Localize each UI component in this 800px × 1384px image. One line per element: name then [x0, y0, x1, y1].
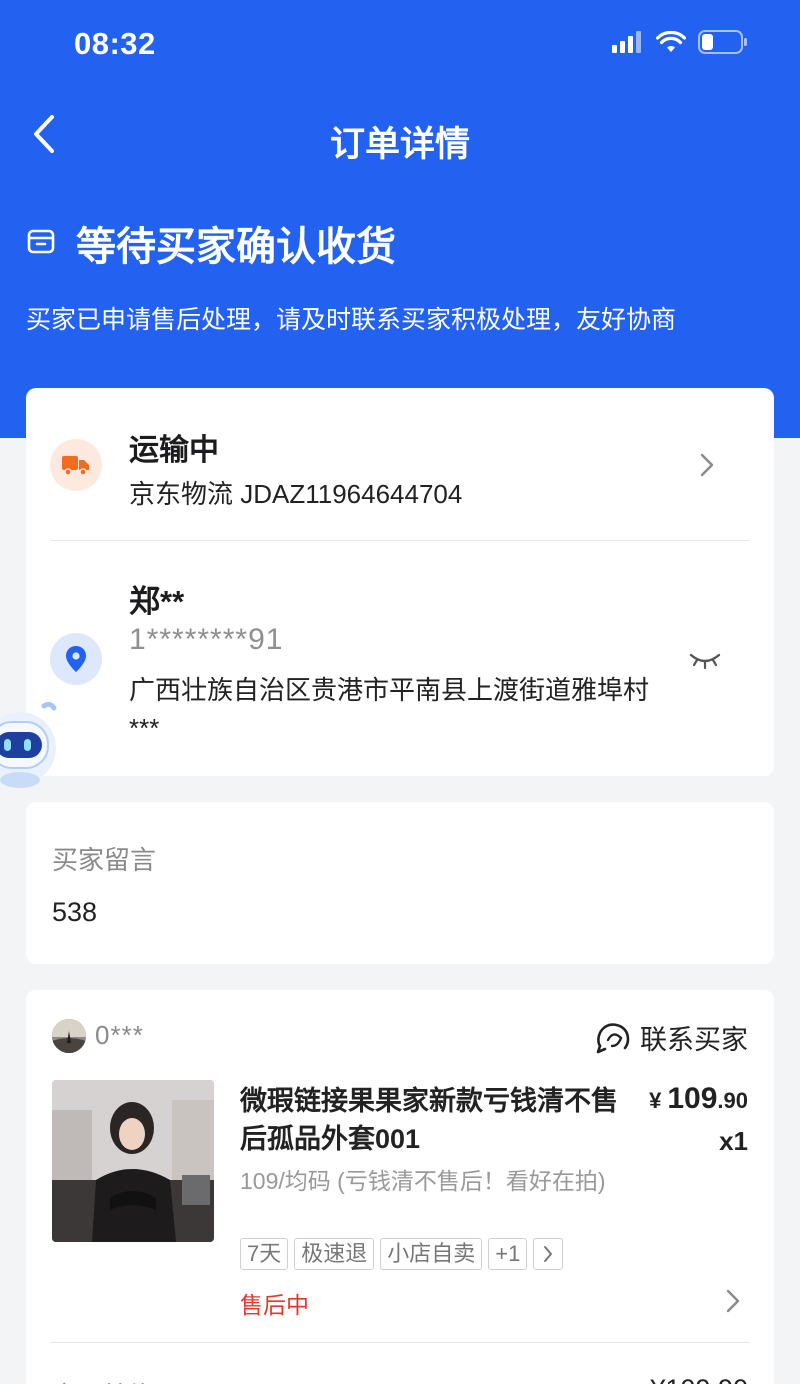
buyer-message-label: 买家留言	[52, 845, 157, 875]
order-status-title: 等待买家确认收货	[76, 225, 396, 269]
shipping-status: 运输中	[129, 434, 219, 467]
contact-buyer-label: 联系买家	[640, 1025, 748, 1055]
avatar-image-icon	[52, 1019, 86, 1053]
status-bar: 08:32	[0, 0, 800, 90]
product-title[interactable]: 微瑕链接果果家新款亏钱清不售后孤品外套001	[240, 1082, 620, 1158]
package-icon	[26, 226, 56, 261]
buyer-nickname: 0***	[95, 1020, 144, 1050]
recipient-address: 广西壮族自治区贵港市平南县上渡街道雅埠村***	[129, 675, 650, 743]
product-price: ¥ 109 .90	[649, 1082, 748, 1116]
product-card: 0*** 联系买家 微瑕链接果果家新款亏钱清不售后孤品外套001 ¥ 109 .…	[26, 990, 774, 1384]
logistics-detail-button[interactable]	[696, 450, 718, 480]
product-spec: 109/均码 (亏钱清不售后！看好在拍)	[240, 1168, 606, 1194]
chevron-right-icon	[544, 1246, 553, 1262]
customer-service-icon	[596, 1022, 630, 1053]
product-quantity: x1	[719, 1126, 748, 1156]
signal-icon	[612, 31, 644, 58]
chevron-right-icon	[726, 1289, 740, 1313]
price-currency: ¥	[649, 1088, 662, 1113]
assistant-robot-button[interactable]	[0, 700, 64, 792]
divider	[50, 540, 750, 541]
toggle-visibility-button[interactable]	[688, 650, 722, 675]
price-decimal: .90	[717, 1088, 748, 1113]
page-title: 订单详情	[329, 125, 470, 164]
robot-icon	[0, 701, 57, 788]
avatar	[52, 1019, 86, 1053]
nav-bar: 订单详情	[0, 100, 800, 170]
recipient-name: 郑**	[129, 584, 185, 619]
tag-self-operated: 小店自卖	[380, 1238, 483, 1270]
recipient-phone: 1********91	[129, 623, 284, 656]
truck-icon	[62, 456, 89, 476]
logistics-card: 运输中 京东物流 JDAZ11964644704 郑** 1********91…	[26, 388, 774, 776]
status-icons	[612, 30, 748, 59]
tag-7-days: 7天	[240, 1238, 289, 1270]
tag-fast-refund: 极速退	[294, 1238, 375, 1270]
after-sale-status: 售后中	[240, 1292, 309, 1318]
order-status-description: 买家已申请售后处理，请及时联系买家积极处理，友好协商	[26, 306, 677, 334]
tag-more-count: +1	[488, 1238, 528, 1270]
contact-buyer-button[interactable]: 联系买家	[596, 1018, 748, 1057]
chevron-right-icon	[700, 453, 714, 477]
product-image[interactable]	[52, 1080, 214, 1242]
divider	[50, 1342, 750, 1343]
eye-closed-icon	[689, 653, 721, 670]
wifi-icon	[655, 30, 687, 58]
buyer-message-value: 538	[52, 897, 98, 927]
tags-expand-button[interactable]	[533, 1238, 564, 1270]
after-sale-detail-button[interactable]	[722, 1286, 744, 1316]
price-integer: 109	[667, 1082, 718, 1115]
status-time: 08:32	[74, 26, 156, 61]
location-icon-wrap	[50, 633, 102, 685]
shipping-icon-wrap	[50, 439, 102, 491]
product-photo-icon	[52, 1080, 214, 1242]
service-tags[interactable]: 7天 极速退 小店自卖 +1	[240, 1238, 564, 1270]
order-status-header: 等待买家确认收货	[26, 214, 396, 272]
tracking-number: 京东物流 JDAZ11964644704	[129, 479, 463, 509]
buyer-message-card: 买家留言 538	[26, 802, 774, 964]
battery-icon	[698, 30, 748, 59]
unit-price-label: 商品单价	[52, 1376, 152, 1384]
location-pin-icon	[66, 646, 86, 672]
unit-price-value: ¥109.90	[650, 1374, 748, 1384]
